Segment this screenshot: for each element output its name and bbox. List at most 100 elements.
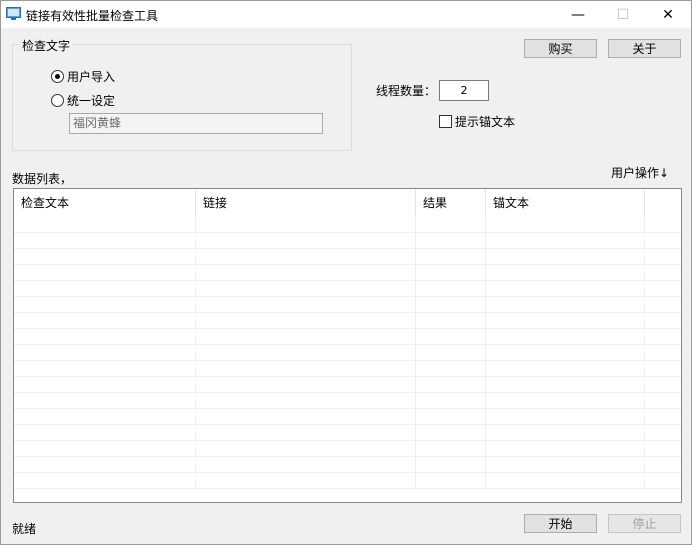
- table-cell: [645, 409, 681, 425]
- table-cell: [416, 217, 486, 233]
- table-cell: [645, 457, 681, 473]
- table-cell: [486, 265, 645, 281]
- table-row: [14, 345, 681, 361]
- table-cell: [486, 313, 645, 329]
- table-cell: [416, 457, 486, 473]
- table-cell: [14, 265, 196, 281]
- radio-uniform-setting[interactable]: 统一设定: [51, 92, 115, 109]
- table-cell: [645, 425, 681, 441]
- table-cell: [416, 361, 486, 377]
- table-cell: [14, 377, 196, 393]
- check-text-legend: 检查文字: [20, 37, 73, 54]
- table-cell: [14, 473, 196, 489]
- table-cell: [14, 217, 196, 233]
- data-grid[interactable]: 检查文本 链接 结果 锚文本: [13, 188, 682, 503]
- main-window: 链接有效性批量检查工具 — ☐ ✕ 检查文字 用户导入 统一设定 福冈黄蜂 购买…: [0, 0, 692, 545]
- table-cell: [416, 345, 486, 361]
- table-cell: [196, 329, 416, 345]
- table-cell: [196, 217, 416, 233]
- table-cell: [416, 233, 486, 249]
- anchor-text-checkbox-box[interactable]: [439, 115, 452, 128]
- anchor-text-checkbox-label: 提示锚文本: [455, 115, 516, 129]
- table-cell: [196, 425, 416, 441]
- grid-body[interactable]: [14, 217, 681, 489]
- table-cell: [486, 425, 645, 441]
- table-cell: [486, 457, 645, 473]
- table-cell: [416, 441, 486, 457]
- table-cell: [645, 217, 681, 233]
- anchor-text-checkbox[interactable]: 提示锚文本: [439, 113, 515, 130]
- radio-uniform-setting-label: 统一设定: [67, 94, 116, 108]
- uniform-text-input[interactable]: 福冈黄蜂: [69, 113, 323, 134]
- table-cell: [645, 329, 681, 345]
- about-button[interactable]: 关于: [608, 39, 681, 58]
- table-cell: [14, 297, 196, 313]
- table-cell: [486, 281, 645, 297]
- table-cell: [416, 329, 486, 345]
- table-row: [14, 457, 681, 473]
- table-cell: [645, 473, 681, 489]
- radio-user-import[interactable]: 用户导入: [51, 68, 115, 85]
- table-cell: [645, 361, 681, 377]
- radio-uniform-setting-indicator[interactable]: [51, 94, 64, 107]
- table-row: [14, 313, 681, 329]
- table-cell: [645, 249, 681, 265]
- table-cell: [196, 265, 416, 281]
- table-cell: [196, 377, 416, 393]
- table-cell: [14, 393, 196, 409]
- table-cell: [645, 313, 681, 329]
- table-cell: [416, 377, 486, 393]
- close-button[interactable]: ✕: [645, 1, 691, 28]
- minimize-button[interactable]: —: [555, 1, 601, 28]
- grid-header: 检查文本 链接 结果 锚文本: [14, 189, 681, 217]
- column-header-anchor-text[interactable]: 锚文本: [486, 189, 645, 217]
- table-cell: [645, 345, 681, 361]
- table-row: [14, 233, 681, 249]
- table-cell: [14, 345, 196, 361]
- stop-button: 停止: [608, 514, 681, 533]
- window-title: 链接有效性批量检查工具: [26, 9, 159, 23]
- table-cell: [14, 409, 196, 425]
- table-cell: [196, 345, 416, 361]
- table-cell: [14, 249, 196, 265]
- table-cell: [486, 233, 645, 249]
- buy-button[interactable]: 购买: [524, 39, 597, 58]
- table-cell: [416, 313, 486, 329]
- user-operations-menu[interactable]: 用户操作↓: [611, 164, 669, 181]
- maximize-button[interactable]: ☐: [600, 1, 646, 28]
- column-header-link[interactable]: 链接: [196, 189, 416, 217]
- table-cell: [486, 345, 645, 361]
- table-cell: [486, 393, 645, 409]
- table-cell: [196, 281, 416, 297]
- table-cell: [14, 281, 196, 297]
- table-cell: [14, 313, 196, 329]
- table-cell: [645, 281, 681, 297]
- table-row: [14, 217, 681, 233]
- column-header-check-text[interactable]: 检查文本: [14, 189, 196, 217]
- table-cell: [14, 441, 196, 457]
- table-cell: [14, 425, 196, 441]
- radio-user-import-indicator[interactable]: [51, 70, 64, 83]
- table-row: [14, 473, 681, 489]
- table-row: [14, 265, 681, 281]
- table-cell: [486, 329, 645, 345]
- table-row: [14, 409, 681, 425]
- table-row: [14, 425, 681, 441]
- table-row: [14, 377, 681, 393]
- radio-user-import-label: 用户导入: [67, 70, 116, 84]
- table-cell: [486, 297, 645, 313]
- status-text: 就绪: [12, 522, 37, 536]
- start-button[interactable]: 开始: [524, 514, 597, 533]
- table-cell: [196, 393, 416, 409]
- table-cell: [14, 233, 196, 249]
- table-row: [14, 329, 681, 345]
- column-header-result[interactable]: 结果: [416, 189, 486, 217]
- table-cell: [486, 409, 645, 425]
- title-bar[interactable]: 链接有效性批量检查工具 — ☐ ✕: [1, 1, 691, 28]
- table-cell: [14, 361, 196, 377]
- thread-count-input[interactable]: 2: [439, 80, 489, 101]
- table-cell: [416, 281, 486, 297]
- table-cell: [486, 217, 645, 233]
- table-cell: [486, 441, 645, 457]
- table-row: [14, 281, 681, 297]
